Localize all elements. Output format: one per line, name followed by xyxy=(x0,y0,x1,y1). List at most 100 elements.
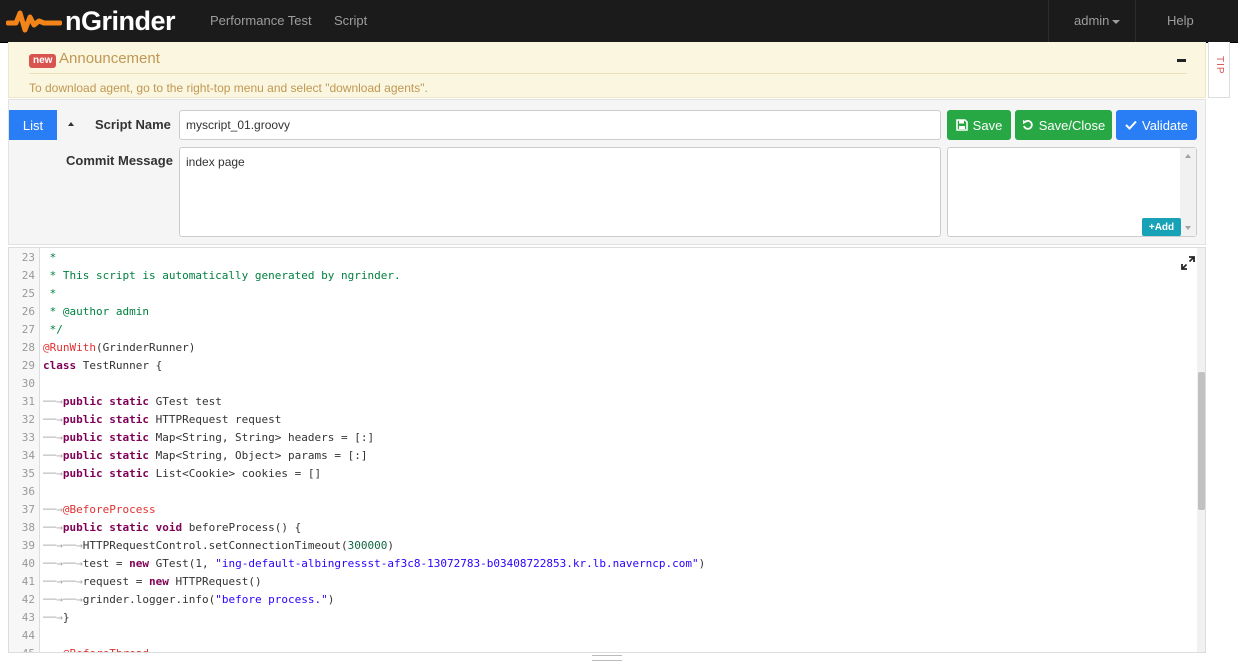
code-text: ──→public static Map<String, Object> par… xyxy=(43,449,368,462)
code-text: ──→──→HTTPRequestControl.setConnectionTi… xyxy=(43,539,395,552)
add-button[interactable]: +Add xyxy=(1142,218,1181,236)
save-close-label: Save/Close xyxy=(1038,117,1106,133)
new-badge: new xyxy=(29,54,57,68)
code-text: ──→public static GTest test xyxy=(43,395,222,408)
announcement-panel: new Announcement To download agent, go t… xyxy=(8,42,1206,98)
code-text: class TestRunner { xyxy=(43,359,163,372)
line-number: 45 xyxy=(9,645,35,652)
code-text: ──→public static Map<String, String> hea… xyxy=(43,431,375,444)
code-line[interactable]: 45 ──→@BeforeThread xyxy=(9,645,1197,652)
line-number: 41 xyxy=(21,575,35,588)
resize-handle[interactable] xyxy=(592,655,622,661)
line-number: 37 xyxy=(21,503,35,516)
code-line[interactable]: 24 * This script is automatically genera… xyxy=(9,267,1197,285)
line-number: 28 xyxy=(21,341,35,354)
undo-icon xyxy=(1022,119,1033,130)
code-line[interactable]: 39 ──→──→HTTPRequestControl.setConnection… xyxy=(9,537,1197,555)
tip-tab[interactable]: TIP xyxy=(1208,42,1230,98)
floppy-icon xyxy=(955,119,968,131)
save-close-button[interactable]: Save/Close xyxy=(1015,110,1112,140)
commit-message-input[interactable]: index page xyxy=(179,147,941,237)
code-line[interactable]: 31 ──→public static GTest test xyxy=(9,393,1197,411)
announcement-title[interactable]: Announcement xyxy=(59,50,160,67)
line-number: 40 xyxy=(21,557,35,570)
scrollbar[interactable] xyxy=(1180,148,1196,236)
script-form: List Script Name Save Save/Close Validat… xyxy=(8,99,1206,245)
line-number: 34 xyxy=(21,449,35,462)
code-text: ──→public static HTTPRequest request xyxy=(43,413,282,426)
save-button[interactable]: Save xyxy=(947,110,1011,140)
code-line[interactable]: 44 xyxy=(9,627,1197,645)
script-name-label: Script Name xyxy=(95,117,171,132)
code-line[interactable]: 29 class TestRunner { xyxy=(9,357,1197,375)
script-name-input[interactable] xyxy=(179,110,941,140)
line-number: 32 xyxy=(21,413,35,426)
code-line[interactable]: 23 * xyxy=(9,249,1197,267)
line-number: 36 xyxy=(21,485,35,498)
save-label: Save xyxy=(972,117,1003,133)
code-line[interactable]: 37 ──→@BeforeProcess xyxy=(9,501,1197,519)
pulse-logo-icon xyxy=(6,10,62,33)
code-text: ──→public static void beforeProcess() { xyxy=(43,521,302,534)
line-number: 33 xyxy=(21,431,35,444)
nav-performance-test[interactable]: Performance Test xyxy=(210,0,312,42)
scroll-down-icon[interactable] xyxy=(1185,226,1191,230)
code-text: ──→} xyxy=(43,611,70,624)
scroll-up-icon[interactable] xyxy=(1185,154,1191,158)
code-line[interactable]: 28 @RunWith(GrinderRunner) xyxy=(9,339,1197,357)
line-number: 35 xyxy=(21,467,35,480)
code-line[interactable]: 42 ──→──→grinder.logger.info("before proc… xyxy=(9,591,1197,609)
line-number: 29 xyxy=(21,359,35,372)
code-line[interactable]: 36 xyxy=(9,483,1197,501)
check-icon xyxy=(1125,120,1137,130)
nav-script[interactable]: Script xyxy=(334,0,367,42)
announcement-text: To download agent, go to the right-top m… xyxy=(29,81,428,95)
line-number: 30 xyxy=(21,377,35,390)
code-text: ──→@BeforeThread xyxy=(43,645,149,652)
line-number: 42 xyxy=(21,593,35,606)
brand-logo[interactable]: nGrinder xyxy=(6,4,176,38)
code-text: ──→──→request = new HTTPRequest() xyxy=(43,575,262,588)
code-line[interactable]: 32 ──→public static HTTPRequest request xyxy=(9,411,1197,429)
top-navbar: nGrinder Performance Test Script admin H… xyxy=(0,0,1238,43)
validate-label: Validate xyxy=(1141,117,1188,133)
code-line[interactable]: 26 * @author admin xyxy=(9,303,1197,321)
commit-message-label: Commit Message xyxy=(66,153,173,168)
target-hosts-box[interactable]: +Add xyxy=(947,147,1197,237)
code-line[interactable]: 34 ──→public static Map<String, Object> p… xyxy=(9,447,1197,465)
code-text: * This script is automatically generated… xyxy=(43,269,401,282)
validate-button[interactable]: Validate xyxy=(1116,110,1197,140)
list-button[interactable]: List xyxy=(9,110,57,140)
line-number: 38 xyxy=(21,521,35,534)
code-text: * xyxy=(43,287,57,300)
expand-icon[interactable] xyxy=(1181,256,1195,270)
code-line[interactable]: 33 ──→public static Map<String, String> h… xyxy=(9,429,1197,447)
line-number: 31 xyxy=(21,395,35,408)
code-line[interactable]: 30 xyxy=(9,375,1197,393)
code-line[interactable]: 40 ──→──→test = new GTest(1, "ing-default… xyxy=(9,555,1197,573)
code-line[interactable]: 38 ──→public static void beforeProcess() … xyxy=(9,519,1197,537)
brand-name: nGrinder xyxy=(65,5,176,36)
code-line[interactable]: 43 ──→} xyxy=(9,609,1197,627)
chevron-up-icon[interactable] xyxy=(68,122,74,126)
code-text: * @author admin xyxy=(43,305,149,318)
user-name: admin xyxy=(1074,13,1110,28)
code-editor[interactable]: 23 * 24 * This script is automatically ge… xyxy=(8,247,1206,653)
code-line[interactable]: 35 ──→public static List<Cookie> cookies … xyxy=(9,465,1197,483)
line-number: 27 xyxy=(21,323,35,336)
code-text: * xyxy=(43,251,57,264)
chevron-down-icon xyxy=(1112,19,1121,24)
line-number: 39 xyxy=(21,539,35,552)
code-line[interactable]: 41 ──→──→request = new HTTPRequest() xyxy=(9,573,1197,591)
code-line[interactable]: 25 * xyxy=(9,285,1197,303)
nav-divider xyxy=(1135,0,1136,42)
collapse-icon[interactable] xyxy=(1177,59,1186,62)
nav-help[interactable]: Help xyxy=(1167,0,1194,42)
scrollbar-thumb[interactable] xyxy=(1198,372,1205,510)
nav-divider xyxy=(1048,0,1049,42)
code-text: ──→──→grinder.logger.info("before proces… xyxy=(43,593,335,606)
user-menu[interactable]: admin xyxy=(1074,0,1121,42)
editor-scrollbar[interactable] xyxy=(1197,248,1205,652)
code-text: ──→@BeforeProcess xyxy=(43,503,156,516)
code-line[interactable]: 27 */ xyxy=(9,321,1197,339)
